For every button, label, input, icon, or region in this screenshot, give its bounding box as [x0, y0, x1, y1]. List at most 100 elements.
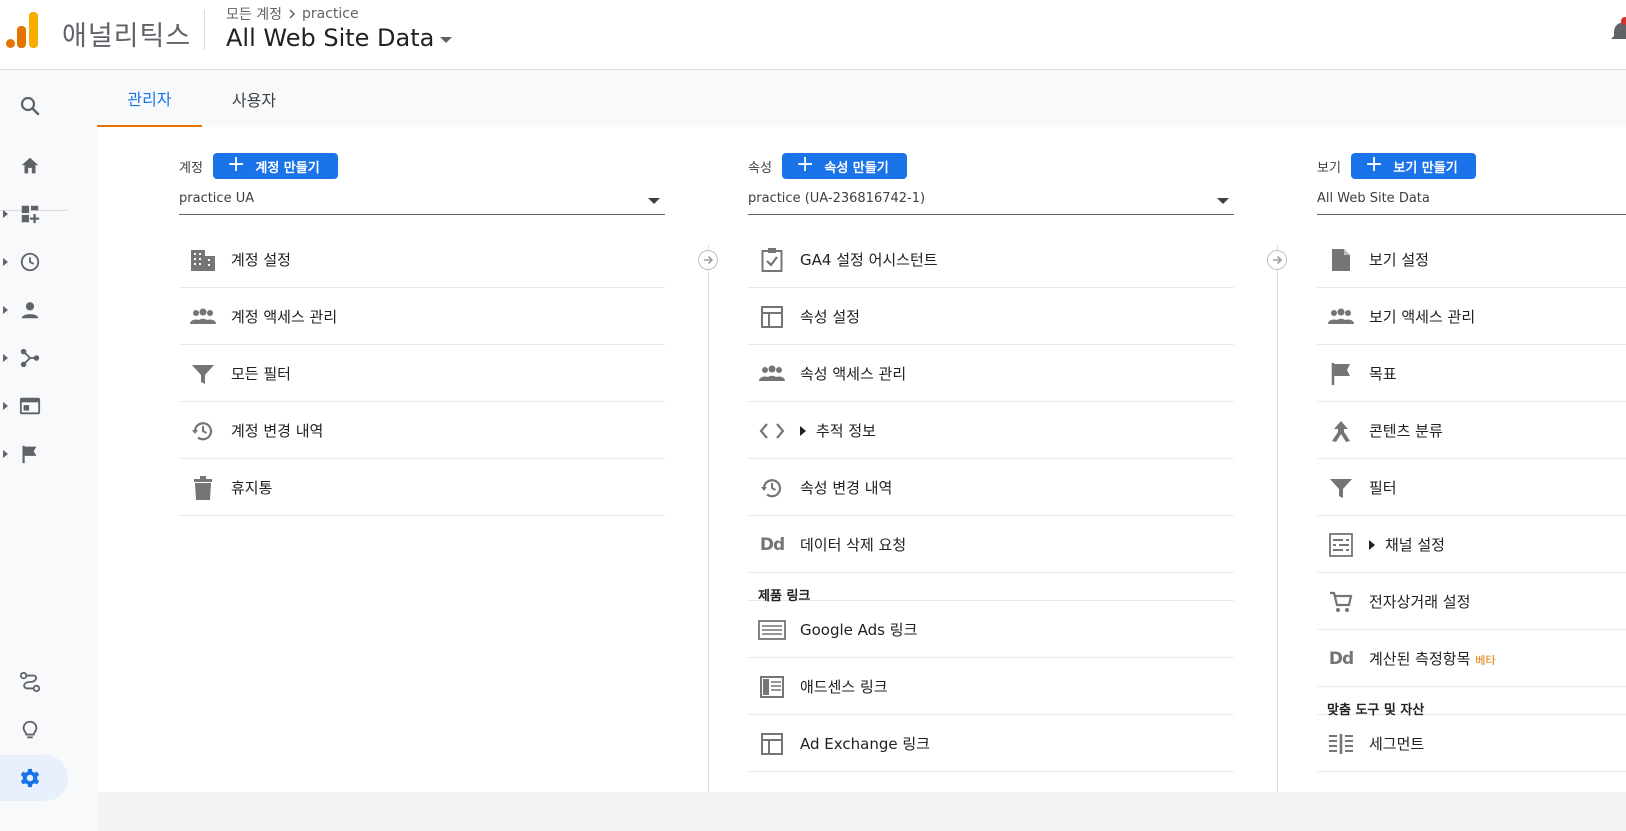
- item-label: 계정 액세스 관리: [231, 307, 338, 326]
- breadcrumb[interactable]: 모든 계정 practice: [226, 4, 359, 24]
- caret-down-icon: [648, 198, 660, 204]
- breadcrumb-root[interactable]: 모든 계정: [226, 4, 282, 24]
- account-access-item[interactable]: 계정 액세스 관리: [179, 288, 665, 345]
- lightbulb-icon[interactable]: [18, 718, 42, 742]
- tab-user[interactable]: 사용자: [202, 70, 306, 127]
- item-label: 속성 액세스 관리: [800, 364, 907, 383]
- item-label: Ad Exchange 링크: [800, 734, 930, 753]
- create-view-button[interactable]: + 보기 만들기: [1350, 152, 1476, 179]
- create-property-label: 속성 만들기: [824, 160, 889, 176]
- item-label: 휴지통: [231, 478, 273, 497]
- channel-settings-item[interactable]: 채널 설정: [1317, 516, 1626, 573]
- filter-icon: [1327, 475, 1355, 501]
- building-icon: [189, 247, 217, 273]
- tracking-info-item[interactable]: 추적 정보: [748, 402, 1234, 459]
- checklist-icon: [758, 247, 786, 273]
- create-account-label: 계정 만들기: [255, 160, 320, 176]
- view-settings-item[interactable]: 보기 설정: [1317, 231, 1626, 288]
- expand-triangle-icon[interactable]: [800, 425, 806, 436]
- plus-icon: +: [226, 152, 246, 177]
- view-access-item[interactable]: 보기 액세스 관리: [1317, 288, 1626, 345]
- audience-person-icon[interactable]: [18, 298, 42, 322]
- dd-icon: Dd: [759, 535, 785, 555]
- app-name: 애널리틱스: [62, 21, 192, 52]
- plus-icon: +: [1364, 152, 1384, 177]
- expand-arrow-icon[interactable]: [3, 258, 8, 266]
- ecommerce-settings-item[interactable]: 전자상거래 설정: [1317, 573, 1626, 630]
- admin-nav-item[interactable]: [0, 755, 68, 801]
- ga4-setup-item[interactable]: GA4 설정 어시스턴트: [748, 231, 1234, 288]
- account-select[interactable]: practice UA: [179, 191, 665, 215]
- analytics-logo[interactable]: [6, 12, 40, 48]
- filter-icon: [189, 361, 217, 387]
- dashboard-icon[interactable]: [18, 202, 42, 226]
- account-history-item[interactable]: 계정 변경 내역: [179, 402, 665, 459]
- expand-arrow-icon[interactable]: [3, 450, 8, 458]
- create-account-button[interactable]: + 계정 만들기: [212, 152, 338, 179]
- arrow-right-circle-icon: [1267, 250, 1287, 270]
- footer-strip: [97, 792, 1626, 831]
- all-filters-item[interactable]: 모든 필터: [179, 345, 665, 402]
- people-icon: [758, 361, 786, 387]
- adexchange-link-item[interactable]: Ad Exchange 링크: [748, 715, 1234, 772]
- expand-arrow-icon[interactable]: [3, 306, 8, 314]
- conversions-flag-icon[interactable]: [18, 442, 42, 466]
- account-settings-item[interactable]: 계정 설정: [179, 231, 665, 288]
- plus-icon: +: [795, 152, 815, 177]
- realtime-clock-icon[interactable]: [18, 250, 42, 274]
- trash-item[interactable]: 휴지통: [179, 459, 665, 516]
- property-history-item[interactable]: 속성 변경 내역: [748, 459, 1234, 516]
- notification-bell-icon[interactable]: [1608, 16, 1626, 44]
- property-settings-item[interactable]: 속성 설정: [748, 288, 1234, 345]
- calculated-metrics-item[interactable]: Dd 계산된 측정항목 베타: [1317, 630, 1626, 687]
- view-select[interactable]: All Web Site Data: [1317, 191, 1626, 215]
- flag-icon: [1327, 361, 1355, 387]
- search-icon[interactable]: [18, 94, 42, 118]
- acquisition-icon[interactable]: [18, 346, 42, 370]
- tab-admin[interactable]: 관리자: [97, 70, 202, 127]
- home-icon[interactable]: [18, 154, 42, 178]
- property-select-value: practice (UA-236816742-1): [748, 191, 926, 206]
- create-property-button[interactable]: + 속성 만들기: [781, 152, 907, 179]
- account-column-header: 계정 + 계정 만들기: [179, 153, 338, 179]
- top-bar: 애널리틱스 모든 계정 practice All Web Site Data: [0, 0, 1626, 70]
- grouping-icon: [1327, 418, 1355, 444]
- product-links-heading: 제품 링크: [748, 573, 1234, 604]
- admin-main: 관리자 사용자 계정 + 계정 만들기 practice UA 계정 설정 계정…: [97, 70, 1626, 792]
- item-label: 보기 액세스 관리: [1369, 307, 1476, 326]
- item-label: 애드센스 링크: [800, 677, 888, 696]
- expand-arrow-icon[interactable]: [3, 354, 8, 362]
- view-label: 보기: [1317, 160, 1341, 176]
- code-icon: [758, 418, 786, 444]
- create-view-label: 보기 만들기: [1393, 160, 1458, 176]
- left-nav: [0, 70, 97, 831]
- beta-badge: 베타: [1475, 653, 1496, 667]
- tab-bar: 관리자 사용자: [97, 70, 1626, 127]
- property-access-item[interactable]: 속성 액세스 관리: [748, 345, 1234, 402]
- item-label: 모든 필터: [231, 364, 291, 383]
- attribution-icon[interactable]: [18, 670, 42, 694]
- expand-arrow-icon[interactable]: [3, 402, 8, 410]
- behavior-icon[interactable]: [18, 394, 42, 418]
- item-label: GA4 설정 어시스턴트: [800, 250, 938, 269]
- data-deletion-item[interactable]: Dd 데이터 삭제 요청: [748, 516, 1234, 573]
- item-label: 세그먼트: [1369, 734, 1425, 753]
- property-select[interactable]: practice (UA-236816742-1): [748, 191, 1234, 215]
- adsense-link-item[interactable]: 애드센스 링크: [748, 658, 1234, 715]
- google-ads-link-item[interactable]: Google Ads 링크: [748, 601, 1234, 658]
- document-icon: [1327, 247, 1355, 273]
- goals-item[interactable]: 목표: [1317, 345, 1626, 402]
- expand-triangle-icon[interactable]: [1369, 539, 1375, 550]
- item-label: 전자상거래 설정: [1369, 592, 1471, 611]
- gear-icon: [18, 766, 42, 790]
- content-grouping-item[interactable]: 콘텐츠 분류: [1317, 402, 1626, 459]
- dd-icon: Dd: [1328, 649, 1354, 669]
- segments-item[interactable]: 세그먼트: [1317, 715, 1626, 772]
- view-filters-item[interactable]: 필터: [1317, 459, 1626, 516]
- column-divider: [708, 245, 709, 792]
- expand-arrow-icon[interactable]: [3, 210, 8, 218]
- view-selector[interactable]: All Web Site Data: [226, 24, 453, 52]
- item-label: 필터: [1369, 478, 1397, 497]
- breadcrumb-account[interactable]: practice: [302, 6, 359, 22]
- property-column-header: 속성 + 속성 만들기: [748, 153, 907, 179]
